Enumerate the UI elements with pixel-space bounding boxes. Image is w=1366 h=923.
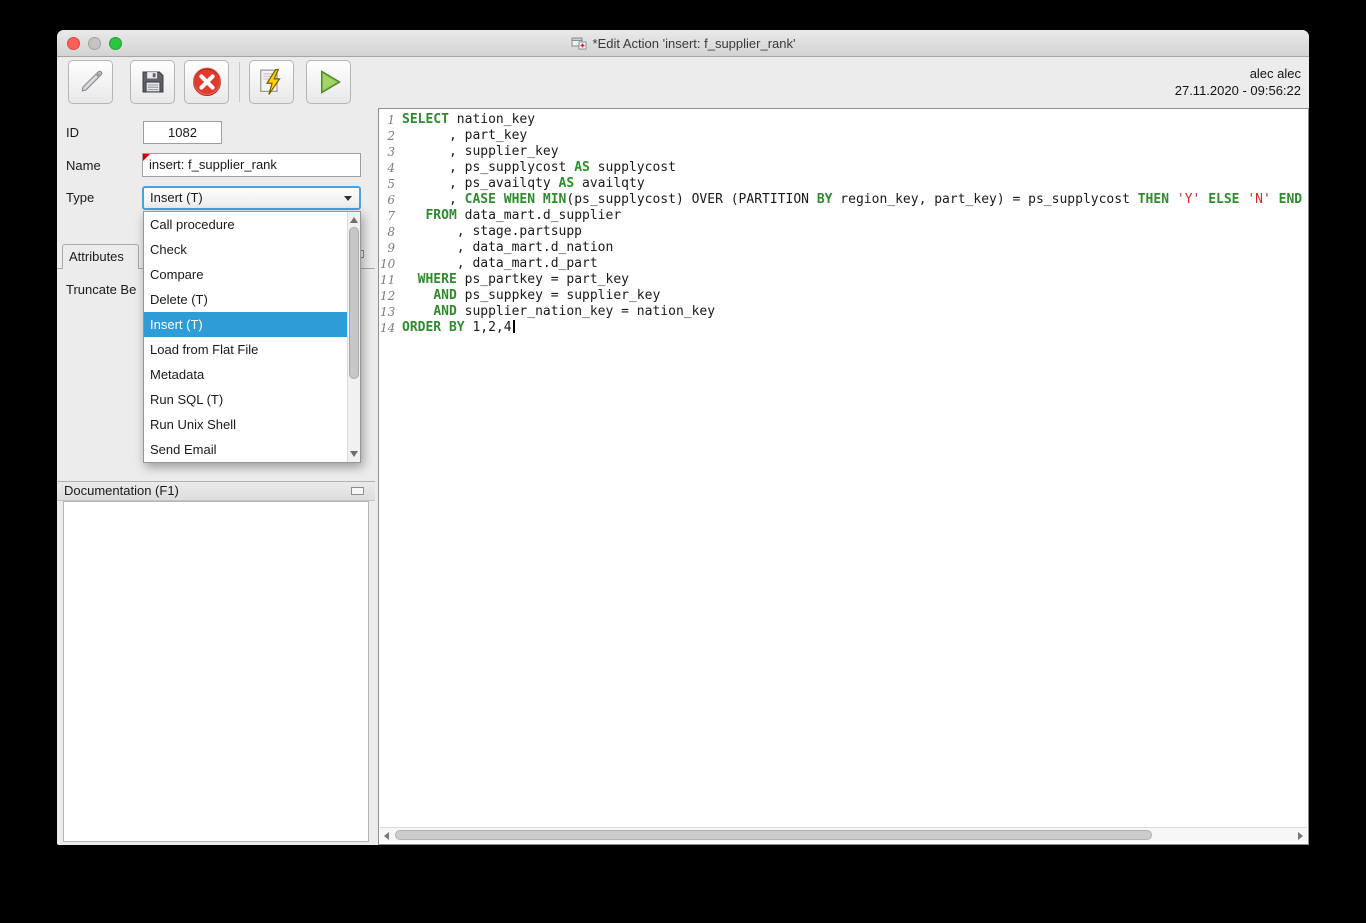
line-number: 14 (380, 320, 402, 336)
line-number: 3 (380, 144, 402, 160)
type-label: Type (66, 190, 94, 205)
edit-button[interactable] (68, 60, 113, 104)
line-number: 1 (380, 112, 402, 128)
code-line: 1SELECT nation_key (380, 112, 1307, 128)
scroll-down-icon[interactable] (350, 451, 358, 457)
type-option[interactable]: Run Unix Shell (144, 412, 347, 437)
type-option[interactable]: Check (144, 237, 347, 262)
code-line: 9 , data_mart.d_nation (380, 240, 1307, 256)
scroll-up-icon[interactable] (350, 217, 358, 223)
chevron-down-icon (344, 196, 352, 201)
type-option[interactable]: Insert (T) (144, 312, 347, 337)
tab-attributes[interactable]: Attributes (62, 244, 139, 269)
documentation-editor[interactable] (63, 501, 369, 842)
close-button[interactable] (67, 37, 80, 50)
line-number: 2 (380, 128, 402, 144)
documentation-collapse-toggle[interactable] (351, 487, 364, 495)
line-number: 6 (380, 192, 402, 208)
line-number: 10 (380, 256, 402, 272)
toolbar: alec alec 27.11.2020 - 09:56:22 (57, 57, 1309, 107)
id-label: ID (66, 125, 79, 140)
type-option[interactable]: Metadata (144, 362, 347, 387)
timestamp: 27.11.2020 - 09:56:22 (1175, 82, 1301, 99)
window-controls (67, 37, 122, 50)
line-number: 12 (380, 288, 402, 304)
modified-marker (143, 154, 150, 161)
save-button[interactable] (130, 60, 175, 104)
run-button[interactable] (306, 60, 351, 104)
type-option[interactable]: Compare (144, 262, 347, 287)
code-line: 10 , data_mart.d_part (380, 256, 1307, 272)
code-area[interactable]: 1SELECT nation_key2 , part_key3 , suppli… (380, 112, 1307, 824)
type-option[interactable]: Send Email (144, 437, 347, 462)
code-line: 14ORDER BY 1,2,4 (380, 320, 1307, 336)
pencil-icon (77, 68, 105, 96)
type-option[interactable]: Delete (T) (144, 287, 347, 312)
type-option[interactable]: Call procedure (144, 212, 347, 237)
documentation-label: Documentation (F1) (64, 483, 179, 498)
line-number: 5 (380, 176, 402, 192)
line-number: 9 (380, 240, 402, 256)
window-title: *Edit Action 'insert: f_supplier_rank' (593, 36, 796, 51)
zoom-button[interactable] (109, 37, 122, 50)
name-field[interactable]: insert: f_supplier_rank (142, 153, 361, 177)
type-option[interactable]: Run SQL (T) (144, 387, 347, 412)
line-number: 13 (380, 304, 402, 320)
minimize-button[interactable] (88, 37, 101, 50)
code-line: 5 , ps_availqty AS availqty (380, 176, 1307, 192)
documentation-header: Documentation (F1) (57, 481, 375, 501)
line-number: 4 (380, 160, 402, 176)
code-line: 7 FROM data_mart.d_supplier (380, 208, 1307, 224)
code-line: 3 , supplier_key (380, 144, 1307, 160)
line-number: 7 (380, 208, 402, 224)
type-dropdown: Call procedureCheckCompareDelete (T)Inse… (143, 211, 361, 463)
type-option[interactable]: Load from Flat File (144, 337, 347, 362)
execute-sql-button[interactable] (249, 60, 294, 104)
sql-editor[interactable]: 1SELECT nation_key2 , part_key3 , suppli… (378, 108, 1309, 845)
line-number: 11 (380, 272, 402, 288)
save-icon (139, 68, 167, 96)
lightning-icon (257, 67, 287, 97)
window-icon (571, 36, 587, 50)
scroll-left-icon[interactable] (384, 832, 389, 840)
text-cursor (513, 320, 515, 333)
code-line: 12 AND ps_suppkey = supplier_key (380, 288, 1307, 304)
app-window: *Edit Action 'insert: f_supplier_rank' (57, 30, 1309, 845)
scroll-right-icon[interactable] (1298, 832, 1303, 840)
scrollbar-thumb[interactable] (349, 227, 359, 379)
line-number: 8 (380, 224, 402, 240)
run-icon (313, 66, 345, 98)
type-combobox[interactable]: Insert (T) (142, 186, 361, 210)
id-field[interactable]: 1082 (143, 121, 222, 144)
name-label: Name (66, 158, 101, 173)
code-line: 11 WHERE ps_partkey = part_key (380, 272, 1307, 288)
dropdown-scrollbar[interactable] (347, 212, 360, 462)
hscrollbar-thumb[interactable] (395, 830, 1152, 840)
cancel-button[interactable] (184, 60, 229, 104)
type-dropdown-list: Call procedureCheckCompareDelete (T)Inse… (144, 212, 347, 462)
truncate-label: Truncate Be (66, 282, 136, 297)
toolbar-separator (239, 62, 240, 102)
title-bar[interactable]: *Edit Action 'insert: f_supplier_rank' (57, 30, 1309, 57)
code-line: 2 , part_key (380, 128, 1307, 144)
user-info: alec alec 27.11.2020 - 09:56:22 (1175, 65, 1301, 99)
user-name: alec alec (1175, 65, 1301, 82)
code-line: 6 , CASE WHEN MIN(ps_supplycost) OVER (P… (380, 192, 1307, 208)
code-line: 8 , stage.partsupp (380, 224, 1307, 240)
cancel-icon (191, 66, 223, 98)
code-line: 4 , ps_supplycost AS supplycost (380, 160, 1307, 176)
editor-hscrollbar[interactable] (380, 827, 1307, 842)
code-line: 13 AND supplier_nation_key = nation_key (380, 304, 1307, 320)
